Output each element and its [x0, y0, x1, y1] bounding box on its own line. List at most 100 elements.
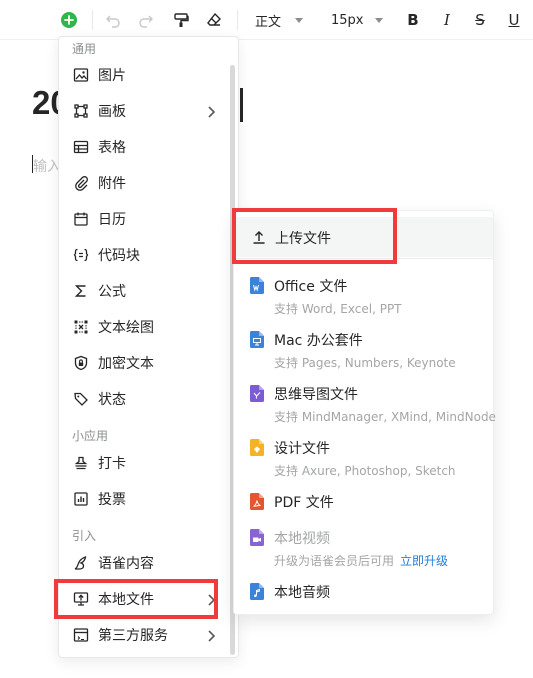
clear-format-button[interactable]: [203, 9, 225, 31]
menu-item-label: 状态: [98, 392, 126, 408]
menu-item-check-in[interactable]: 打卡: [59, 445, 231, 481]
upload-file-label: 上传文件: [275, 231, 331, 247]
caret-down-icon: [295, 18, 304, 23]
mindmap-file-icon: [250, 385, 264, 402]
menu-item-calendar[interactable]: 日历: [59, 201, 231, 237]
lock-icon: [73, 355, 89, 371]
menu-item-table[interactable]: 表格: [59, 129, 231, 165]
pdf-file-icon: [250, 493, 264, 510]
menu-item-vote[interactable]: 投票: [59, 481, 231, 517]
insert-menu: 通用 图片 画板 表格 附件 日历 代码块 公式 文本绘图 加密文本 状态 小应…: [58, 36, 239, 658]
video-file-icon: [250, 529, 264, 546]
submenu-item-label: Mac 办公套件: [274, 333, 363, 349]
redo-button[interactable]: [135, 9, 157, 31]
yuque-icon: [73, 555, 89, 571]
office-file-icon: [250, 277, 264, 294]
menu-item-board[interactable]: 画板: [59, 93, 231, 129]
submenu-item-label: 思维导图文件: [274, 387, 358, 403]
image-icon: [73, 67, 89, 83]
chevron-right-icon: [205, 592, 217, 606]
eraser-icon: [207, 12, 221, 26]
menu-item-label: 日历: [98, 212, 126, 228]
caret-down-icon: [374, 18, 383, 23]
menu-item-attachment[interactable]: 附件: [59, 165, 231, 201]
toolbar-divider: [92, 10, 93, 30]
menu-item-label: 附件: [98, 176, 126, 192]
submenu-item-local-video: 本地视频 升级为语雀会员后可用 立即升级: [234, 523, 493, 577]
font-size-select[interactable]: 15px: [331, 9, 387, 31]
plus-circle-icon: [61, 12, 77, 28]
menu-item-label: 公式: [98, 284, 126, 300]
upgrade-hint: 升级为语雀会员后可用: [274, 554, 395, 568]
submenu-item-desc: 支持 MindManager, XMind, MindNode: [274, 410, 496, 424]
menu-item-local-file[interactable]: 本地文件: [59, 581, 231, 617]
body-placeholder[interactable]: 输入: [33, 156, 61, 176]
table-icon: [73, 139, 89, 155]
tag-icon: [73, 391, 89, 407]
insert-plus-button[interactable]: [58, 9, 80, 31]
submenu-item-label: 设计文件: [274, 441, 330, 457]
group-label-import: 引入: [72, 529, 97, 543]
local-file-submenu: 上传文件 Office 文件 支持 Word, Excel, PPT Mac 办…: [233, 210, 496, 615]
paragraph-style-value: 正文: [255, 14, 282, 30]
submenu-item-desc: 支持 Pages, Numbers, Keynote: [274, 356, 456, 370]
menu-item-code-block[interactable]: 代码块: [59, 237, 231, 273]
upload-file-item[interactable]: 上传文件: [235, 217, 493, 257]
audio-file-icon: [250, 583, 264, 600]
paperclip-icon: [73, 175, 89, 191]
submenu-item-pdf[interactable]: PDF 文件: [234, 487, 493, 523]
local-file-icon: [73, 591, 89, 607]
menu-item-label: 图片: [98, 68, 126, 84]
submenu-item-label: 本地视频: [274, 531, 330, 547]
chevron-right-icon: [205, 104, 217, 118]
menu-item-yuque-content[interactable]: 语雀内容: [59, 545, 231, 581]
menu-item-third-party[interactable]: 第三方服务: [59, 617, 231, 653]
code-block-icon: [73, 247, 89, 263]
upgrade-now-link[interactable]: 立即升级: [400, 554, 448, 568]
redo-icon: [139, 15, 153, 28]
submenu-item-label: Office 文件: [274, 279, 348, 295]
menu-item-label: 画板: [98, 104, 126, 120]
menu-item-label: 投票: [98, 492, 126, 508]
strikethrough-button[interactable]: S: [469, 9, 491, 31]
format-painter-button[interactable]: [170, 9, 192, 31]
format-painter-icon: [174, 13, 189, 27]
stamp-icon: [73, 455, 89, 471]
calendar-icon: [73, 211, 89, 227]
menu-item-encrypted-text[interactable]: 加密文本: [59, 345, 231, 381]
bold-button[interactable]: B: [402, 9, 424, 31]
menu-item-label: 代码块: [98, 248, 140, 264]
undo-button[interactable]: [102, 9, 124, 31]
group-label-common: 通用: [72, 42, 97, 56]
paragraph-style-select[interactable]: 正文: [255, 9, 311, 31]
menu-item-image[interactable]: 图片: [59, 57, 231, 93]
text-caret: [240, 88, 243, 122]
submenu-divider: [234, 258, 493, 259]
design-file-icon: [250, 439, 264, 456]
vote-icon: [73, 491, 89, 507]
underline-button[interactable]: U: [503, 9, 525, 31]
upload-icon: [251, 229, 267, 245]
third-party-icon: [73, 627, 89, 643]
menu-item-label: 打卡: [98, 456, 126, 472]
menu-item-status[interactable]: 状态: [59, 381, 231, 417]
toolbar-divider: [237, 10, 238, 30]
menu-item-label: 本地文件: [98, 592, 154, 608]
submenu-item-local-audio[interactable]: 本地音频: [234, 577, 493, 613]
menu-item-label: 文本绘图: [98, 320, 154, 336]
font-size-value: 15px: [331, 12, 364, 28]
italic-button[interactable]: I: [436, 9, 458, 31]
submenu-item-office[interactable]: Office 文件 支持 Word, Excel, PPT: [234, 271, 493, 325]
menu-item-formula[interactable]: 公式: [59, 273, 231, 309]
editor-toolbar: 正文 15px B I S U: [0, 0, 533, 40]
menu-item-label: 表格: [98, 140, 126, 156]
board-icon: [73, 103, 89, 119]
submenu-item-mac-office[interactable]: Mac 办公套件 支持 Pages, Numbers, Keynote: [234, 325, 493, 379]
menu-item-text-diagram[interactable]: 文本绘图: [59, 309, 231, 345]
submenu-item-design[interactable]: 设计文件 支持 Axure, Photoshop, Sketch: [234, 433, 493, 487]
menu-item-label: 加密文本: [98, 356, 154, 372]
sigma-icon: [73, 283, 89, 299]
chevron-right-icon: [205, 628, 217, 642]
submenu-item-mindmap[interactable]: 思维导图文件 支持 MindManager, XMind, MindNode: [234, 379, 496, 433]
menu-item-label: 语雀内容: [98, 556, 154, 572]
